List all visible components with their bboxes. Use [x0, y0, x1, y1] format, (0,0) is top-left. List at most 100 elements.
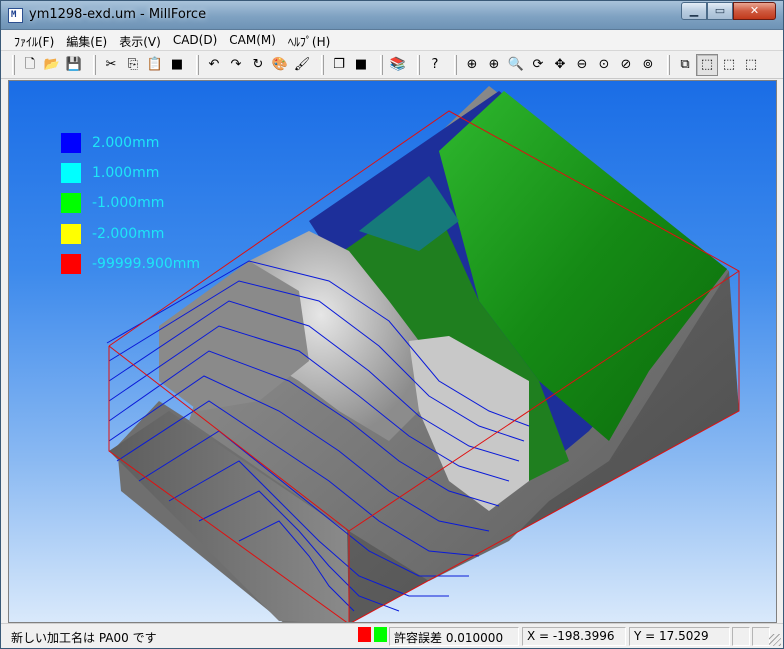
zoom-in-icon: ⊕ — [488, 57, 500, 72]
paint-icon: 🖌 — [293, 57, 311, 72]
redo-button[interactable]: ↷ — [225, 54, 247, 76]
legend-label: 2.000mm — [92, 135, 160, 151]
legend-swatch — [61, 133, 81, 153]
cut-icon: ✂ — [105, 57, 117, 72]
view-cyan-icon: ⬚ — [722, 57, 736, 72]
maximize-icon: ▭ — [714, 4, 726, 17]
help-button[interactable]: ? — [424, 54, 446, 76]
redo-icon: ↷ — [230, 57, 242, 72]
legend-swatch — [61, 254, 81, 274]
view-shaded-icon: ⬚ — [744, 57, 758, 72]
cut-button[interactable]: ✂ — [100, 54, 122, 76]
legend-row: -99999.900mm — [61, 254, 200, 274]
zoom-in-button[interactable]: ⊕ — [483, 54, 505, 76]
zoom-fit-icon: ⊙ — [598, 57, 610, 72]
zoom-out-button[interactable]: ⊖ — [571, 54, 593, 76]
legend-label: -99999.900mm — [92, 256, 201, 272]
status-tolerance: 許容誤差 0.010000 — [389, 627, 519, 646]
menu-file[interactable]: ﾌｧｲﾙ(F) — [9, 30, 61, 51]
view-wire-icon: ⧉ — [680, 57, 690, 72]
view-iso-button[interactable]: ⬚ — [696, 53, 718, 76]
legend-label: -2.000mm — [92, 226, 165, 242]
layers-icon: ❐ — [333, 57, 345, 72]
status-panel-empty — [732, 627, 750, 646]
view-cyan-button[interactable]: ⬚ — [718, 54, 740, 76]
view-shaded-button[interactable]: ⬚ — [740, 54, 762, 76]
menu-cam[interactable]: CAM(M) — [224, 30, 283, 51]
toolbar-separator — [417, 54, 420, 75]
new-file-icon: 🗋 — [24, 57, 36, 72]
legend-row: 1.000mm — [61, 163, 159, 183]
zoom-query-button[interactable]: 🔍 — [505, 54, 527, 76]
status-message: 新しい加工名は PA00 です — [11, 631, 157, 645]
legend-swatch — [61, 163, 81, 183]
help-icon: ? — [431, 57, 439, 72]
refresh-button[interactable]: ↻ — [247, 54, 269, 76]
toolbar-separator — [454, 54, 457, 75]
palette-button[interactable]: 🎨 — [269, 54, 291, 76]
zoom-fit-button[interactable]: ⊙ — [593, 54, 615, 76]
view-wire-button[interactable]: ⧉ — [674, 54, 696, 76]
zoom-prev-button[interactable]: ⊘ — [615, 54, 637, 76]
zoom-window-button[interactable]: ⊕ — [461, 54, 483, 76]
refresh-icon: ↻ — [252, 57, 264, 72]
cube-blue-icon: ■ — [354, 57, 368, 72]
delete-button[interactable]: ■ — [166, 54, 188, 76]
rotate-button[interactable]: ⟳ — [527, 54, 549, 76]
minimize-button[interactable]: ▁ — [681, 2, 707, 20]
toolbar-separator — [12, 54, 15, 75]
status-bar: 新しい加工名は PA00 です 許容誤差 0.010000 X = -198.3… — [1, 623, 783, 648]
minimize-icon: ▁ — [689, 4, 699, 17]
tolerance-red-swatch — [358, 627, 371, 642]
open-folder-icon: 📂 — [43, 57, 61, 72]
legend-row: -2.000mm — [61, 224, 164, 244]
resize-grip[interactable] — [769, 634, 781, 646]
books-button[interactable]: 📚 — [387, 54, 409, 76]
toolbar-separator — [196, 54, 199, 75]
pan-button[interactable]: ✥ — [549, 54, 571, 76]
new-file-button[interactable]: 🗋 — [19, 54, 41, 76]
toolbar: 🗋 📂 💾 ✂ ⎘ 📋 ■ ↶ ↷ ↻ 🎨 🖌 ❐ ■ 📚? ⊕ ⊕ 🔍 ⟳ ✥ ⊖ ⊙ ⊘ ⊚ ⧉ ⬚ ⬚ ⬚ — [1, 51, 783, 79]
menu-help[interactable]: ﾍﾙﾌﾟ(H) — [283, 30, 337, 51]
legend-row: -1.000mm — [61, 193, 164, 213]
menu-edit[interactable]: 編集(E) — [61, 30, 114, 51]
3d-viewport[interactable]: 2.000mm 1.000mm -1.000mm -2.000mm -99999… — [8, 80, 777, 623]
zoom-window-icon: ⊕ — [466, 57, 478, 72]
legend-label: 1.000mm — [92, 165, 160, 181]
layers-button[interactable]: ❐ — [328, 54, 350, 76]
paste-button[interactable]: 📋 — [144, 54, 166, 76]
close-icon: ✕ — [749, 4, 760, 17]
app-window: M ym1298-exd.um - MillForce ▁ ▭ ✕ ﾌｧｲﾙ(F… — [0, 0, 784, 649]
undo-button[interactable]: ↶ — [203, 54, 225, 76]
save-button[interactable]: 💾 — [63, 54, 85, 76]
copy-icon: ⎘ — [127, 57, 139, 72]
zoom-all-button[interactable]: ⊚ — [637, 54, 659, 76]
zoom-prev-icon: ⊘ — [620, 57, 632, 72]
toolbar-separator — [93, 54, 96, 75]
maximize-button[interactable]: ▭ — [707, 2, 733, 20]
toolbar-separator — [321, 54, 324, 75]
view-iso-icon: ⬚ — [700, 57, 714, 72]
app-icon-letter: M — [11, 10, 17, 20]
cube-blue-button[interactable]: ■ — [350, 54, 372, 76]
close-button[interactable]: ✕ — [733, 2, 776, 20]
paste-icon: 📋 — [146, 57, 164, 72]
copy-button[interactable]: ⎘ — [122, 54, 144, 76]
save-icon: 💾 — [65, 57, 83, 72]
paint-button[interactable]: 🖌 — [291, 54, 313, 76]
open-folder-button[interactable]: 📂 — [41, 54, 63, 76]
menu-view[interactable]: 表示(V) — [114, 30, 168, 51]
books-icon: 📚 — [389, 57, 407, 72]
zoom-all-icon: ⊚ — [642, 57, 654, 72]
app-icon[interactable]: M — [8, 8, 23, 23]
title-bar[interactable]: M ym1298-exd.um - MillForce ▁ ▭ ✕ — [1, 1, 783, 30]
pan-icon: ✥ — [554, 57, 566, 72]
caption-buttons: ▁ ▭ ✕ — [681, 2, 776, 21]
legend-swatch — [61, 224, 81, 244]
legend-swatch — [61, 193, 81, 213]
delete-icon: ■ — [170, 57, 184, 72]
rotate-icon: ⟳ — [532, 57, 544, 72]
menu-cad[interactable]: CAD(D) — [168, 30, 224, 51]
tolerance-green-swatch — [374, 627, 387, 642]
toolbar-separator — [380, 54, 383, 75]
